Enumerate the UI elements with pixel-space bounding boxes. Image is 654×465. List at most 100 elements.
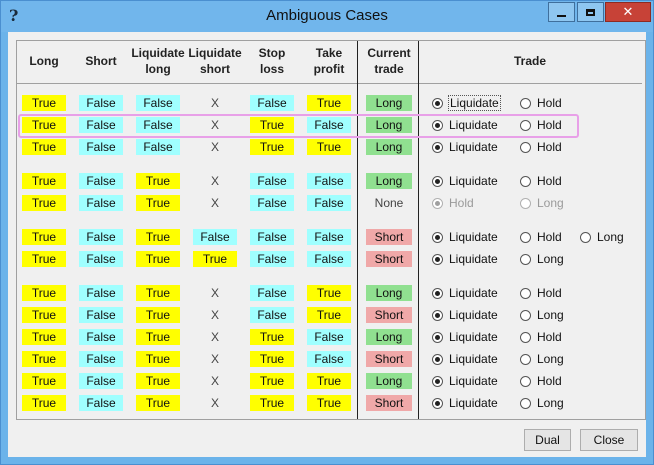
liquidate-short-cell: X	[210, 140, 219, 154]
stop-loss-cell: True	[250, 139, 294, 155]
column-header: Long	[14, 45, 74, 77]
take-profit-cell: False	[307, 229, 351, 245]
column-header: Take profit	[299, 45, 359, 77]
take-profit-cell: False	[307, 251, 351, 267]
trade-option-long[interactable]: Long	[520, 195, 564, 211]
stop-loss-cell: True	[250, 395, 294, 411]
liquidate-long-cell: True	[136, 251, 180, 267]
radio-icon	[520, 175, 531, 187]
trade-option-label: Liquidate	[449, 374, 498, 388]
trade-option-label: Hold	[537, 140, 562, 154]
minimize-button[interactable]	[548, 2, 575, 22]
close-button[interactable]: Close	[580, 429, 638, 451]
radio-icon	[432, 397, 443, 409]
trade-option-liquidate[interactable]: Liquidate	[432, 351, 498, 367]
short-cell: False	[79, 251, 123, 267]
column-header: Liquidate short	[185, 45, 245, 77]
long-cell: True	[22, 173, 66, 189]
radio-icon	[520, 353, 531, 365]
short-cell: False	[79, 229, 123, 245]
trade-option-long[interactable]: Long	[520, 395, 564, 411]
column-header-line: Stop	[258, 46, 286, 60]
current-trade-cell: Long	[366, 329, 412, 345]
title-bar[interactable]: ? Ambiguous Cases ✕	[1, 1, 653, 32]
trade-option-label: Hold	[449, 196, 474, 210]
liquidate-long-cell: False	[136, 139, 180, 155]
liquidate-long-cell: True	[136, 285, 180, 301]
liquidate-short-cell: X	[210, 286, 219, 300]
short-cell: False	[79, 195, 123, 211]
liquidate-short-cell: True	[193, 251, 237, 267]
take-profit-cell: False	[307, 173, 351, 189]
trade-option-long[interactable]: Long	[520, 351, 564, 367]
trade-option-label: Hold	[537, 96, 562, 110]
liquidate-short-cell: X	[210, 352, 219, 366]
column-header: Liquidate long	[128, 45, 188, 77]
trade-option-liquidate[interactable]: Liquidate	[432, 95, 501, 111]
trade-option-liquidate[interactable]: Liquidate	[432, 139, 498, 155]
current-trade-cell: Long	[366, 373, 412, 389]
short-cell: False	[79, 139, 123, 155]
radio-icon	[520, 397, 531, 409]
trade-option-hold[interactable]: Hold	[432, 195, 474, 211]
long-cell: True	[22, 195, 66, 211]
stop-loss-cell: True	[250, 329, 294, 345]
liquidate-long-cell: True	[136, 173, 180, 189]
row-highlight	[18, 114, 579, 138]
column-header-line: Liquidate	[131, 46, 185, 60]
take-profit-cell: True	[307, 395, 351, 411]
current-trade-cell: Short	[366, 395, 412, 411]
liquidate-long-cell: False	[136, 95, 180, 111]
trade-option-liquidate[interactable]: Liquidate	[432, 373, 498, 389]
liquidate-long-cell: True	[136, 329, 180, 345]
trade-option-hold[interactable]: Hold	[520, 229, 562, 245]
current-trade-cell: Long	[366, 173, 412, 189]
trade-option-hold[interactable]: Hold	[520, 139, 562, 155]
trade-option-label: Liquidate	[449, 174, 498, 188]
maximize-icon	[586, 8, 595, 16]
trade-option-liquidate[interactable]: Liquidate	[432, 229, 498, 245]
radio-icon	[432, 287, 443, 299]
trade-option-label: Liquidate	[449, 286, 498, 300]
trade-option-label: Hold	[537, 230, 562, 244]
dual-button[interactable]: Dual	[524, 429, 571, 451]
radio-icon	[580, 231, 591, 243]
trade-option-liquidate[interactable]: Liquidate	[432, 285, 498, 301]
trade-option-liquidate[interactable]: Liquidate	[432, 173, 498, 189]
take-profit-cell: True	[307, 139, 351, 155]
liquidate-short-cell: X	[210, 96, 219, 110]
short-cell: False	[79, 285, 123, 301]
long-cell: True	[22, 329, 66, 345]
short-cell: False	[79, 351, 123, 367]
trade-option-hold[interactable]: Hold	[520, 373, 562, 389]
trade-option-liquidate[interactable]: Liquidate	[432, 395, 498, 411]
trade-option-long[interactable]: Long	[580, 229, 624, 245]
trade-option-long[interactable]: Long	[520, 307, 564, 323]
maximize-button[interactable]	[577, 2, 604, 22]
trade-option-liquidate[interactable]: Liquidate	[432, 329, 498, 345]
trade-option-hold[interactable]: Hold	[520, 173, 562, 189]
radio-icon	[432, 353, 443, 365]
trade-option-liquidate[interactable]: Liquidate	[432, 307, 498, 323]
radio-icon	[432, 375, 443, 387]
long-cell: True	[22, 251, 66, 267]
trade-option-label: Liquidate	[449, 308, 498, 322]
take-profit-cell: True	[307, 285, 351, 301]
current-trade-cell: Short	[366, 229, 412, 245]
take-profit-cell: False	[307, 329, 351, 345]
long-cell: True	[22, 139, 66, 155]
trade-option-hold[interactable]: Hold	[520, 329, 562, 345]
close-window-button[interactable]: ✕	[605, 2, 651, 22]
radio-icon	[432, 175, 443, 187]
current-trade-cell: Short	[366, 307, 412, 323]
current-trade-cell: Short	[366, 351, 412, 367]
trade-option-liquidate[interactable]: Liquidate	[432, 251, 498, 267]
radio-icon	[520, 287, 531, 299]
column-header-line: Current	[367, 46, 411, 60]
trade-option-hold[interactable]: Hold	[520, 95, 562, 111]
trade-option-label: Long	[537, 196, 564, 210]
radio-icon	[432, 141, 443, 153]
long-cell: True	[22, 95, 66, 111]
trade-option-long[interactable]: Long	[520, 251, 564, 267]
trade-option-hold[interactable]: Hold	[520, 285, 562, 301]
